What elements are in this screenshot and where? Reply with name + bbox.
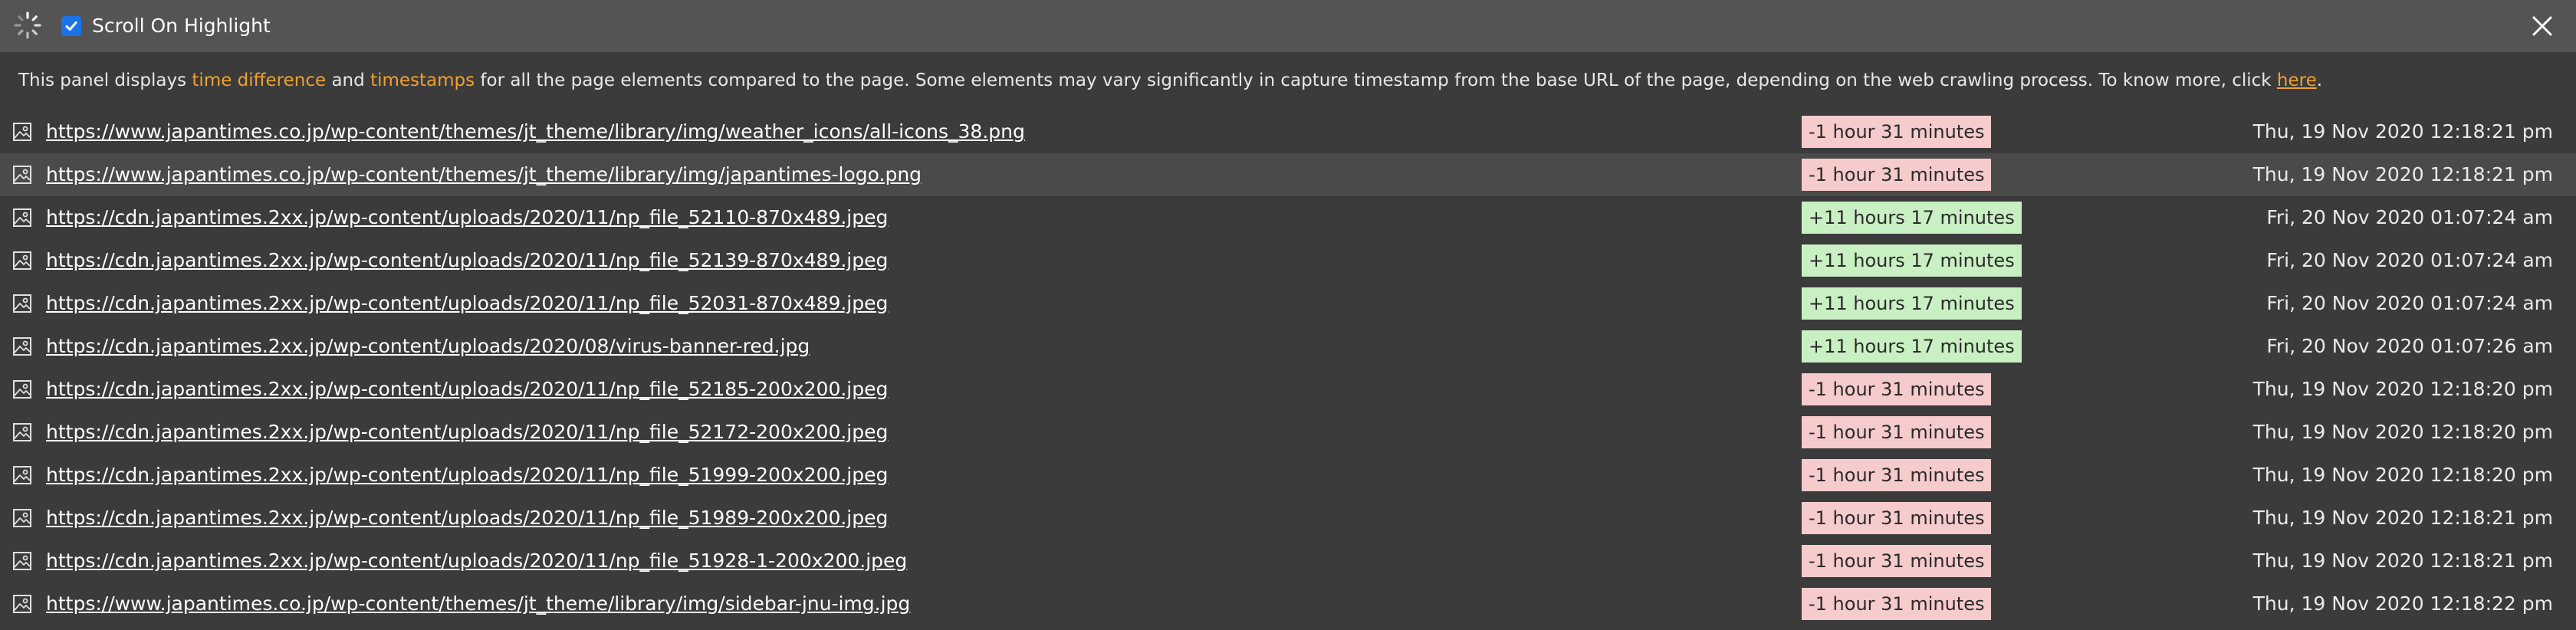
resource-url-link[interactable]: https://cdn.japantimes.2xx.jp/wp-content… — [46, 202, 888, 233]
resource-url-link[interactable]: https://www.japantimes.co.jp/wp-content/… — [46, 116, 1025, 147]
checkmark-icon — [65, 21, 77, 31]
resource-url-link[interactable]: https://www.japantimes.co.jp/wp-content/… — [46, 589, 910, 619]
capture-timestamp: Fri, 20 Nov 2020 01:07:24 am — [2266, 249, 2553, 271]
info-text-3: for all the page elements compared to th… — [475, 71, 2277, 90]
capture-timestamp: Thu, 19 Nov 2020 12:18:20 pm — [2252, 464, 2553, 486]
time-difference-badge: -1 hour 31 minutes — [1802, 502, 1992, 534]
toolbar: Scroll On Highlight — [0, 0, 2576, 52]
list-item[interactable]: https://www.japantimes.co.jp/wp-content/… — [0, 110, 2576, 153]
resource-list: https://www.japantimes.co.jp/wp-content/… — [0, 110, 2576, 625]
info-text-4: . — [2316, 71, 2323, 90]
info-text-1: This panel displays — [18, 71, 192, 90]
resource-url-link[interactable]: https://cdn.japantimes.2xx.jp/wp-content… — [46, 331, 810, 362]
image-file-icon — [13, 423, 31, 441]
capture-timestamp: Thu, 19 Nov 2020 12:18:20 pm — [2252, 378, 2553, 400]
capture-timestamp: Thu, 19 Nov 2020 12:18:21 pm — [2252, 507, 2553, 529]
scroll-on-highlight-label[interactable]: Scroll On Highlight — [92, 12, 271, 40]
time-difference-badge: -1 hour 31 minutes — [1802, 416, 1992, 448]
info-text-2: and — [326, 71, 371, 90]
list-item[interactable]: https://cdn.japantimes.2xx.jp/wp-content… — [0, 411, 2576, 454]
image-file-icon — [13, 251, 31, 270]
timestamps-highlight: timestamps — [370, 71, 475, 90]
list-item[interactable]: https://cdn.japantimes.2xx.jp/wp-content… — [0, 540, 2576, 582]
scroll-on-highlight-checkbox[interactable] — [61, 16, 81, 36]
resource-url-link[interactable]: https://cdn.japantimes.2xx.jp/wp-content… — [46, 546, 907, 576]
capture-timestamp: Thu, 19 Nov 2020 12:18:21 pm — [2252, 120, 2553, 143]
list-item[interactable]: https://cdn.japantimes.2xx.jp/wp-content… — [0, 497, 2576, 540]
resource-url-link[interactable]: https://www.japantimes.co.jp/wp-content/… — [46, 159, 922, 190]
image-file-icon — [13, 294, 31, 313]
image-file-icon — [13, 123, 31, 141]
image-file-icon — [13, 380, 31, 399]
time-difference-badge: +11 hours 17 minutes — [1802, 244, 2022, 277]
capture-timestamp: Thu, 19 Nov 2020 12:18:21 pm — [2252, 550, 2553, 572]
list-item[interactable]: https://cdn.japantimes.2xx.jp/wp-content… — [0, 282, 2576, 325]
capture-timestamp: Fri, 20 Nov 2020 01:07:26 am — [2266, 335, 2553, 357]
resource-url-link[interactable]: https://cdn.japantimes.2xx.jp/wp-content… — [46, 245, 888, 276]
time-difference-badge: -1 hour 31 minutes — [1802, 159, 1992, 191]
resource-url-link[interactable]: https://cdn.japantimes.2xx.jp/wp-content… — [46, 417, 888, 448]
here-link[interactable]: here — [2277, 71, 2317, 90]
list-item[interactable]: https://cdn.japantimes.2xx.jp/wp-content… — [0, 239, 2576, 282]
list-item[interactable]: https://cdn.japantimes.2xx.jp/wp-content… — [0, 368, 2576, 411]
image-file-icon — [13, 166, 31, 184]
list-item[interactable]: https://www.japantimes.co.jp/wp-content/… — [0, 582, 2576, 625]
capture-timestamp: Fri, 20 Nov 2020 01:07:24 am — [2266, 292, 2553, 314]
capture-timestamp: Thu, 19 Nov 2020 12:18:21 pm — [2252, 163, 2553, 185]
resource-url-link[interactable]: https://cdn.japantimes.2xx.jp/wp-content… — [46, 460, 888, 491]
list-item[interactable]: https://cdn.japantimes.2xx.jp/wp-content… — [0, 325, 2576, 368]
capture-timestamp: Thu, 19 Nov 2020 12:18:22 pm — [2252, 592, 2553, 615]
image-file-icon — [13, 595, 31, 613]
time-difference-highlight: time difference — [192, 71, 327, 90]
loading-spinner-icon — [14, 11, 41, 39]
capture-timestamp: Fri, 20 Nov 2020 01:07:24 am — [2266, 206, 2553, 228]
list-item[interactable]: https://cdn.japantimes.2xx.jp/wp-content… — [0, 196, 2576, 239]
time-difference-badge: -1 hour 31 minutes — [1802, 459, 1992, 491]
image-file-icon — [13, 337, 31, 356]
list-item[interactable]: https://www.japantimes.co.jp/wp-content/… — [0, 153, 2576, 196]
resource-url-link[interactable]: https://cdn.japantimes.2xx.jp/wp-content… — [46, 503, 888, 533]
time-difference-badge: -1 hour 31 minutes — [1802, 588, 1992, 620]
capture-timestamp: Thu, 19 Nov 2020 12:18:20 pm — [2252, 421, 2553, 443]
panel-description: This panel displays time difference and … — [18, 67, 2322, 94]
image-file-icon — [13, 509, 31, 527]
time-difference-badge: -1 hour 31 minutes — [1802, 373, 1992, 405]
image-file-icon — [13, 466, 31, 484]
image-file-icon — [13, 552, 31, 570]
time-difference-badge: +11 hours 17 minutes — [1802, 330, 2022, 363]
time-difference-badge: +11 hours 17 minutes — [1802, 202, 2022, 234]
image-file-icon — [13, 208, 31, 227]
time-difference-badge: -1 hour 31 minutes — [1802, 116, 1992, 148]
resource-url-link[interactable]: https://cdn.japantimes.2xx.jp/wp-content… — [46, 288, 888, 319]
time-difference-badge: -1 hour 31 minutes — [1802, 545, 1992, 577]
list-item[interactable]: https://cdn.japantimes.2xx.jp/wp-content… — [0, 454, 2576, 497]
time-difference-badge: +11 hours 17 minutes — [1802, 287, 2022, 320]
resource-url-link[interactable]: https://cdn.japantimes.2xx.jp/wp-content… — [46, 374, 888, 405]
close-icon[interactable] — [2530, 14, 2555, 38]
